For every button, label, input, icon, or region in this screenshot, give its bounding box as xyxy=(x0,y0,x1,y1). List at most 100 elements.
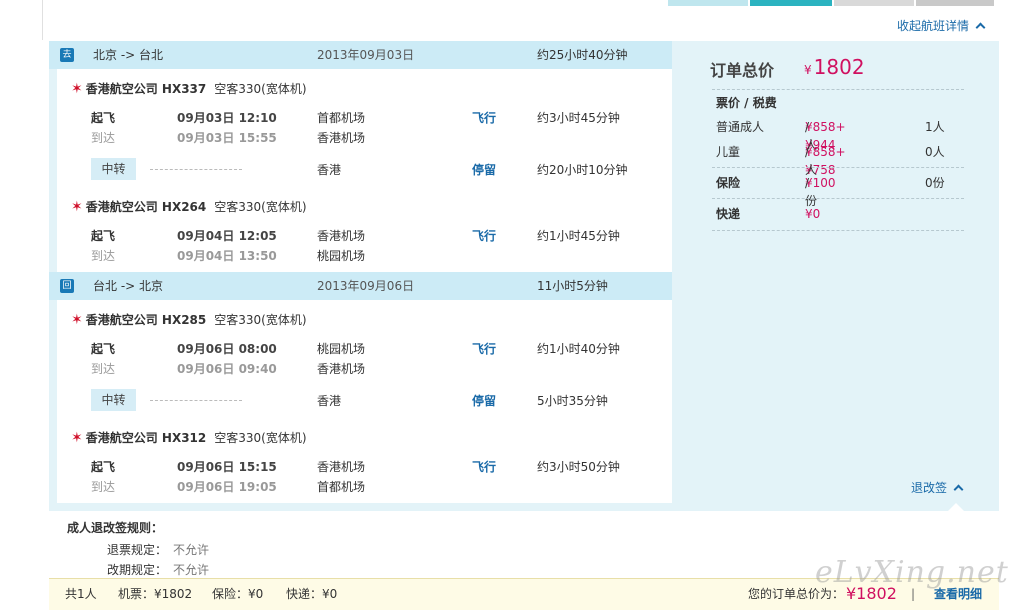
arrive-label: 到达 xyxy=(91,131,116,145)
flight-status: 飞行 xyxy=(472,111,497,125)
rules-title: 成人退改签规则： xyxy=(67,521,164,535)
change-rule-value: 不允许 xyxy=(173,563,210,577)
collapse-details-link[interactable]: 收起航班详情 xyxy=(896,17,986,34)
depart-time: 09月06日 15:15 xyxy=(177,460,277,474)
price-tax-header: 票价 / 税费 xyxy=(716,94,956,112)
step-2 xyxy=(750,0,832,6)
dashed-divider xyxy=(150,169,242,170)
transfer-duration: 5小时35分钟 xyxy=(537,394,608,408)
segment-header-return: 回 台北 -> 北京 2013年09月06日 11小时5分钟 xyxy=(49,272,672,300)
divider xyxy=(712,198,964,199)
chevron-up-icon xyxy=(975,22,986,33)
airline-logo-icon: ✶ xyxy=(71,312,83,328)
depart-label: 起飞 xyxy=(91,342,116,356)
arrive-time: 09月06日 09:40 xyxy=(177,362,277,376)
segment-route: 北京 -> 台北 xyxy=(93,48,164,62)
depart-row: 起飞 09月03日 12:10 首都机场 飞行 约3小时45分钟 xyxy=(91,109,651,127)
refund-rule: 退票规定： 不允许 xyxy=(107,541,209,558)
arrive-time: 09月06日 19:05 xyxy=(177,480,277,494)
flight-list: 去 北京 -> 台北 2013年09月03日 约25小时40分钟 ✶ 香港航空公司… xyxy=(49,41,672,503)
price-row-insurance: 保险 ¥100 / 份 0份 xyxy=(716,174,956,208)
divider xyxy=(712,230,964,231)
depart-label: 起飞 xyxy=(91,229,116,243)
change-rule-label: 改期规定： xyxy=(107,563,168,577)
transfer-row: 中转 香港 停留 5小时35分钟 xyxy=(91,389,651,413)
page: 收起航班详情 去 北京 -> 台北 2013年09月03日 约25小时40分钟 … xyxy=(0,0,1022,610)
refund-rule-label: 退票规定： xyxy=(107,543,168,557)
transfer-status: 停留 xyxy=(472,394,497,408)
left-border xyxy=(42,0,43,40)
airline-title: ✶ 香港航空公司 HX337 空客330(宽体机) xyxy=(71,80,307,98)
price-row-label: 普通成人 xyxy=(716,120,765,134)
aircraft-type: 空客330(宽体机) xyxy=(214,313,307,327)
order-summary: 订单总价 ¥1802 票价 / 税费 普通成人 ¥858+¥944 / 人 1人… xyxy=(682,41,999,511)
outbound-badge-icon: 去 xyxy=(60,48,74,62)
express-total: 快递：¥0 xyxy=(286,587,338,601)
flight-duration: 约1小时40分钟 xyxy=(537,342,620,356)
flight-duration: 约1小时45分钟 xyxy=(537,229,620,243)
airline-logo-icon: ✶ xyxy=(71,81,83,97)
depart-row: 起飞 09月04日 12:05 香港机场 飞行 约1小时45分钟 xyxy=(91,227,651,245)
price-row-adult: 普通成人 ¥858+¥944 / 人 1人 xyxy=(716,118,956,152)
depart-row: 起飞 09月06日 15:15 香港机场 飞行 约3小时50分钟 xyxy=(91,458,651,476)
airline-title: ✶ 香港航空公司 HX312 空客330(宽体机) xyxy=(71,429,307,447)
airline-flight: 香港航空公司 HX264 xyxy=(85,200,207,214)
depart-airport: 香港机场 xyxy=(317,229,366,243)
price-row-qty: 1人 xyxy=(925,120,945,134)
price-row-label: 儿童 xyxy=(716,145,741,159)
transfer-duration: 约20小时10分钟 xyxy=(537,163,628,177)
watermark: eLvXing.net xyxy=(815,555,1009,590)
flight-status: 飞行 xyxy=(472,229,497,243)
chevron-up-icon xyxy=(953,484,964,495)
divider xyxy=(712,89,964,90)
dashed-divider xyxy=(150,400,242,401)
transfer-city: 香港 xyxy=(317,163,342,177)
price-row-express: 快递 ¥0 xyxy=(716,205,956,223)
segment-date: 2013年09月06日 xyxy=(317,279,415,293)
order-total-value: ¥1802 xyxy=(804,55,865,79)
price-row-child: 儿童 ¥858+¥758 / 人 0人 xyxy=(716,143,956,177)
depart-airport: 桃园机场 xyxy=(317,342,366,356)
depart-row: 起飞 09月06日 08:00 桃园机场 飞行 约1小时40分钟 xyxy=(91,340,651,358)
arrive-row: 到达 09月06日 19:05 首都机场 xyxy=(91,478,651,496)
transfer-city: 香港 xyxy=(317,394,342,408)
arrive-airport: 香港机场 xyxy=(317,362,366,376)
order-total-amount: 1802 xyxy=(813,55,865,79)
airline-flight: 香港航空公司 HX312 xyxy=(85,431,207,445)
price-row-label: 保险 xyxy=(716,176,741,190)
step-4 xyxy=(916,0,994,6)
segment-duration: 约25小时40分钟 xyxy=(537,48,628,62)
arrive-time: 09月04日 13:50 xyxy=(177,249,277,263)
refund-rule-value: 不允许 xyxy=(173,543,210,557)
collapse-label: 收起航班详情 xyxy=(896,19,969,33)
arrive-label: 到达 xyxy=(91,249,116,263)
divider xyxy=(712,167,964,168)
arrive-label: 到达 xyxy=(91,362,116,376)
refund-change-toggle[interactable]: 退改签 xyxy=(911,479,964,496)
price-row-qty: 0份 xyxy=(925,176,945,190)
depart-time: 09月03日 12:10 xyxy=(177,111,277,125)
price-row-label: 快递 xyxy=(716,207,741,221)
arrive-airport: 桃园机场 xyxy=(317,249,366,263)
depart-airport: 香港机场 xyxy=(317,460,366,474)
aircraft-type: 空客330(宽体机) xyxy=(214,200,307,214)
pointer-notch xyxy=(948,503,964,511)
arrive-airport: 首都机场 xyxy=(317,480,366,494)
order-total-title: 订单总价 xyxy=(710,61,775,80)
arrive-row: 到达 09月04日 13:50 桃园机场 xyxy=(91,247,651,265)
step-3 xyxy=(834,0,914,6)
transfer-row: 中转 香港 停留 约20小时10分钟 xyxy=(91,158,651,182)
segment-route: 台北 -> 北京 xyxy=(93,279,164,293)
segment-duration: 11小时5分钟 xyxy=(537,279,608,293)
refund-change-label: 退改签 xyxy=(911,481,948,495)
arrive-airport: 香港机场 xyxy=(317,131,366,145)
price-tax-label: 票价 / 税费 xyxy=(716,96,777,110)
price-amount: ¥0 xyxy=(805,207,821,221)
aircraft-type: 空客330(宽体机) xyxy=(214,431,307,445)
step-1 xyxy=(668,0,748,6)
depart-label: 起飞 xyxy=(91,460,116,474)
flight-status: 飞行 xyxy=(472,342,497,356)
airline-flight: 香港航空公司 HX337 xyxy=(85,82,207,96)
insurance-total: 保险：¥0 xyxy=(212,587,264,601)
airline-logo-icon: ✶ xyxy=(71,199,83,215)
